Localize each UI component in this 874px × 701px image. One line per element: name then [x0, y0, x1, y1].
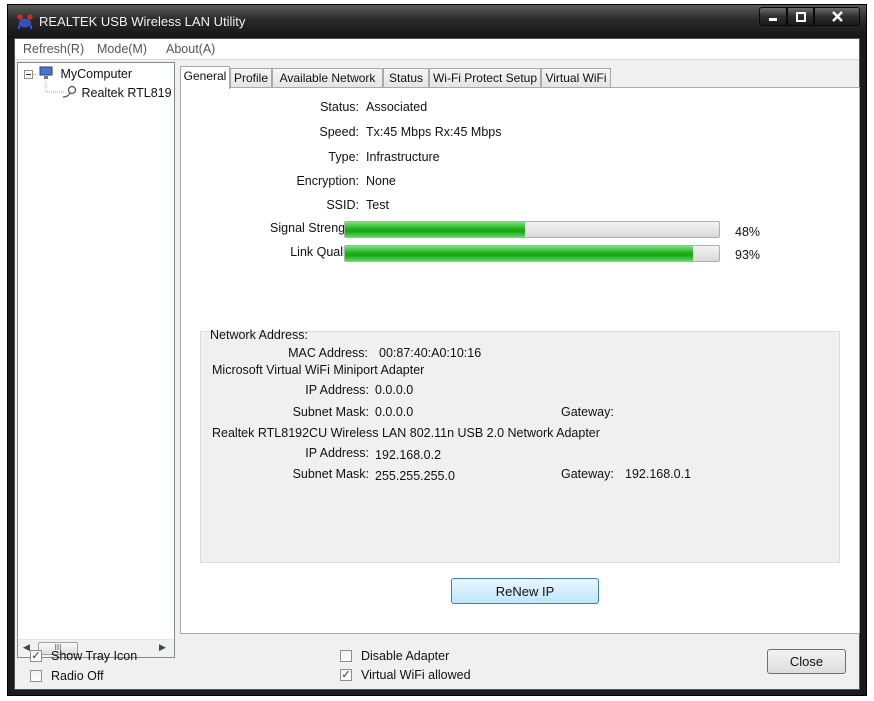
virtual-wifi-label: Virtual WiFi allowed — [361, 668, 471, 682]
link-quality-bar — [344, 245, 720, 262]
close-icon — [831, 11, 843, 22]
renew-ip-button[interactable]: ReNew IP — [451, 578, 599, 604]
show-tray-checkbox-box[interactable]: ✓ — [30, 650, 42, 662]
tree-root-label: MyComputer — [60, 67, 133, 81]
tab-available-network[interactable]: Available Network — [272, 68, 383, 88]
tree-adapter-item[interactable]: Realtek RTL819 — [62, 85, 172, 100]
radio-off-label: Radio Off — [51, 669, 104, 683]
tab-status[interactable]: Status — [383, 68, 429, 88]
show-tray-icon-checkbox[interactable]: ✓ Show Tray Icon — [30, 649, 137, 663]
signal-strength-percent: 48% — [735, 225, 761, 239]
status-label: Status: — [320, 100, 359, 114]
window-close-button[interactable] — [814, 7, 860, 26]
wireless-adapter-icon — [62, 85, 77, 98]
title-bar[interactable]: REALTEK USB Wireless LAN Utility — [8, 5, 866, 38]
tree-root-item[interactable]: MyComputer — [39, 66, 132, 81]
virtual-wifi-checkbox-box[interactable]: ✓ — [340, 669, 352, 681]
type-value: Infrastructure — [366, 150, 440, 164]
ssid-value: Test — [366, 198, 389, 212]
radio-off-checkbox[interactable]: Radio Off — [30, 669, 104, 683]
menu-mode[interactable]: Mode(M) — [97, 42, 147, 56]
type-label: Type: — [328, 150, 359, 164]
adapter2-mask-label: Subnet Mask: — [292, 467, 369, 481]
mac-address-value: 00:87:40:A0:10:16 — [379, 346, 482, 360]
minimize-icon — [769, 17, 777, 21]
adapter2-gateway-label: Gateway: — [561, 467, 614, 481]
adapter2-ip-value: 192.168.0.2 — [375, 448, 442, 462]
disable-adapter-label: Disable Adapter — [361, 649, 450, 663]
show-tray-label: Show Tray Icon — [51, 649, 138, 663]
status-value: Associated — [366, 100, 428, 114]
tab-general[interactable]: General — [180, 66, 230, 89]
close-button[interactable]: Close — [767, 649, 846, 674]
disable-adapter-checkbox[interactable]: Disable Adapter — [340, 649, 449, 663]
link-quality-percent: 93% — [735, 248, 761, 262]
signal-strength-bar — [344, 221, 720, 238]
speed-label: Speed: — [319, 125, 359, 139]
encryption-label: Encryption: — [296, 174, 359, 188]
network-address-group: Network Address: MAC Address: 00:87:40:A… — [200, 328, 840, 563]
adapter1-ip-label: IP Address: — [305, 383, 369, 397]
menu-refresh[interactable]: Refresh(R) — [23, 42, 84, 56]
device-tree[interactable]: MyComputer Realtek RTL819 ◀ III ▶ — [17, 62, 175, 658]
virtual-wifi-allowed-checkbox[interactable]: ✓ Virtual WiFi allowed — [340, 668, 471, 682]
maximize-icon — [795, 11, 806, 22]
client-area: Refresh(R) Mode(M) About(A) MyComputer R… — [14, 38, 860, 690]
speed-value: Tx:45 Mbps Rx:45 Mbps — [366, 125, 502, 139]
menu-bar: Refresh(R) Mode(M) About(A) — [15, 39, 859, 60]
adapter1-gateway-label: Gateway: — [561, 405, 614, 419]
realtek-crab-icon — [17, 14, 33, 29]
computer-icon — [39, 66, 53, 79]
adapter2-name: Realtek RTL8192CU Wireless LAN 802.11n U… — [212, 426, 600, 440]
maximize-button[interactable] — [787, 7, 814, 26]
menu-about[interactable]: About(A) — [166, 42, 215, 56]
tab-virtual-wifi[interactable]: Virtual WiFi — [541, 68, 611, 88]
app-window: REALTEK USB Wireless LAN Utility Refresh… — [7, 4, 867, 696]
radio-off-checkbox-box[interactable] — [30, 670, 42, 682]
adapter2-mask-value: 255.255.255.0 — [375, 469, 455, 483]
mac-address-label: MAC Address: — [288, 346, 368, 360]
tab-profile[interactable]: Profile — [230, 68, 272, 88]
adapter1-name: Microsoft Virtual WiFi Miniport Adapter — [212, 363, 425, 377]
window-title: REALTEK USB Wireless LAN Utility — [39, 14, 246, 29]
tree-adapter-label: Realtek RTL819 — [81, 86, 172, 100]
signal-strength-fill — [345, 222, 525, 237]
general-panel: Status: Associated Speed: Tx:45 Mbps Rx:… — [180, 87, 860, 634]
disable-adapter-checkbox-box[interactable] — [340, 650, 352, 662]
network-address-heading: Network Address: — [210, 328, 308, 342]
adapter1-mask-value: 0.0.0.0 — [375, 405, 414, 419]
adapter2-ip-label: IP Address: — [305, 446, 369, 460]
adapter2-gateway-value: 192.168.0.1 — [625, 467, 692, 481]
adapter1-ip-value: 0.0.0.0 — [375, 383, 414, 397]
tab-wifi-protect-setup[interactable]: Wi-Fi Protect Setup — [429, 68, 541, 88]
minimize-button[interactable] — [759, 7, 787, 26]
ssid-label: SSID: — [326, 198, 359, 212]
adapter1-mask-label: Subnet Mask: — [292, 405, 369, 419]
link-quality-fill — [345, 246, 693, 261]
options-bar: ✓ Show Tray Icon Radio Off Disable Adapt… — [15, 637, 859, 689]
encryption-value: None — [366, 174, 396, 188]
